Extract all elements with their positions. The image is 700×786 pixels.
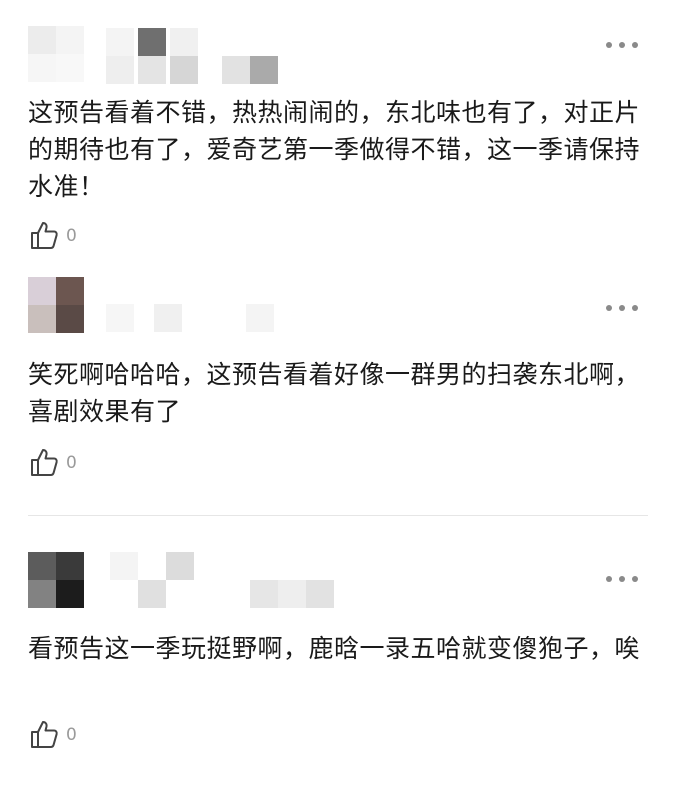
avatar-block [56, 580, 84, 608]
more-options-button[interactable] [606, 303, 638, 313]
more-options-button[interactable] [606, 40, 638, 50]
comment-text: 看预告这一季玩挺野啊，鹿晗一录五哈就变傻狍子，唉 [28, 634, 641, 663]
thumbs-up-icon [31, 721, 58, 748]
more-dots-icon [632, 42, 638, 48]
avatar[interactable] [28, 552, 84, 608]
avatar-block [28, 54, 56, 82]
avatar-block [56, 305, 84, 333]
thumbs-up-icon [31, 222, 58, 249]
like-button[interactable]: 0 [28, 445, 77, 479]
more-options-button[interactable] [606, 574, 638, 584]
more-dots-icon [619, 576, 625, 582]
more-dots-icon [619, 42, 625, 48]
avatar-block [28, 552, 56, 580]
comment-item: 看预告这一季玩挺野啊，鹿晗一录五哈就变傻狍子，唉 0 [0, 516, 700, 786]
more-dots-icon [606, 576, 612, 582]
comment-item: 笑死啊哈哈哈，这预告看着好像一群男的扫袭东北啊，喜剧效果有了 0 [0, 262, 700, 516]
thumbs-up-icon [31, 449, 58, 476]
more-dots-icon [632, 576, 638, 582]
avatar-block [56, 277, 84, 305]
comment-item: 这预告看着不错，热热闹闹的，东北味也有了，对正片的期待也有了，爱奇艺第一季做得不… [0, 0, 700, 262]
avatar-block [56, 26, 84, 54]
avatar[interactable] [28, 26, 84, 82]
more-dots-icon [632, 305, 638, 311]
like-button[interactable]: 0 [28, 717, 77, 751]
avatar-block [28, 277, 56, 305]
avatar-block [56, 552, 84, 580]
more-dots-icon [606, 305, 612, 311]
more-dots-icon [606, 42, 612, 48]
avatar-block [28, 26, 56, 54]
like-button[interactable]: 0 [28, 218, 77, 252]
comment-text: 这预告看着不错，热热闹闹的，东北味也有了，对正片的期待也有了，爱奇艺第一季做得不… [28, 98, 641, 201]
like-count: 0 [66, 453, 77, 473]
avatar-block [28, 305, 56, 333]
avatar[interactable] [28, 277, 84, 333]
more-dots-icon [619, 305, 625, 311]
avatar-block [28, 580, 56, 608]
like-count: 0 [66, 725, 77, 745]
avatar-block [56, 54, 84, 82]
like-count: 0 [66, 226, 77, 246]
comment-text: 笑死啊哈哈哈，这预告看着好像一群男的扫袭东北啊，喜剧效果有了 [28, 360, 641, 426]
